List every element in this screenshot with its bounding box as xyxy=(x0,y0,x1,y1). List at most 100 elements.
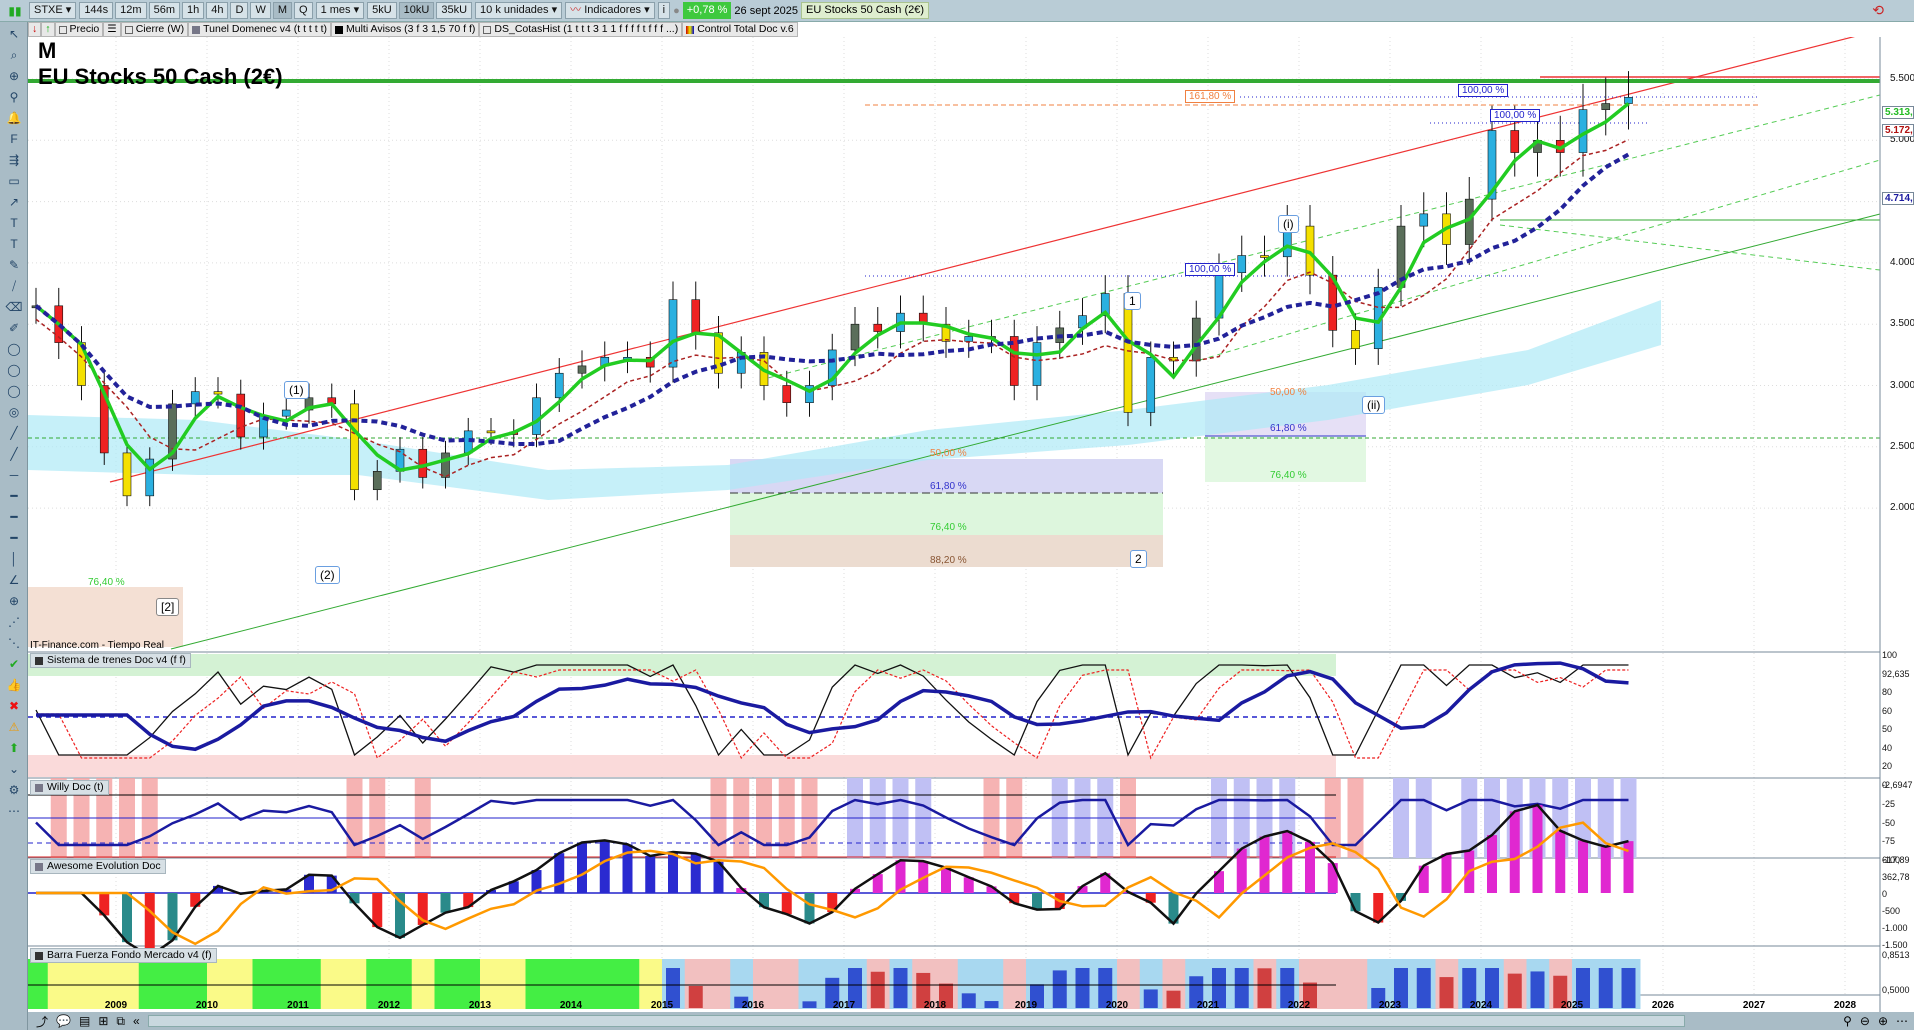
eraser-tool-icon[interactable]: ⌫ xyxy=(3,298,25,316)
scrollbar[interactable] xyxy=(147,1015,1686,1027)
arrow-up-icon[interactable]: ↑ xyxy=(41,22,55,37)
price-chart[interactable] xyxy=(28,37,1914,1012)
zoom-fit-icon[interactable]: ⚲ xyxy=(1843,1014,1852,1028)
magnet-tool-icon[interactable]: ⚲ xyxy=(3,88,25,106)
timeframe-12m[interactable]: 12m xyxy=(115,2,147,19)
cycle-tool-icon[interactable]: ◎ xyxy=(3,403,25,421)
pointer-tool-icon[interactable]: ↖ xyxy=(3,25,25,43)
wave-label: [2] xyxy=(156,598,180,616)
barra-bar xyxy=(893,968,908,1008)
hline-tool-icon[interactable]: ─ xyxy=(3,466,25,484)
symbol-select[interactable]: STXE ▾ xyxy=(29,2,77,19)
legend-item-control-total[interactable]: Control Total Doc v.6 xyxy=(682,22,798,37)
awesome-bar xyxy=(1282,831,1293,893)
text2-tool-icon[interactable]: T xyxy=(3,235,25,253)
unit-10kU[interactable]: 10kU xyxy=(398,2,435,19)
ellipse3-tool-icon[interactable]: ◯ xyxy=(3,382,25,400)
hline-navy-tool-icon[interactable]: ━ xyxy=(3,529,25,547)
units-select[interactable]: 10 k unidades ▾ xyxy=(475,2,563,19)
legend-item-close[interactable]: Cierre (W) xyxy=(120,22,189,37)
period-select[interactable]: 1 mes ▾ xyxy=(315,2,365,19)
unit-5kU[interactable]: 5kU xyxy=(367,2,397,19)
timeframe-56m[interactable]: 56m xyxy=(148,2,180,19)
timeframe-W[interactable]: W xyxy=(250,2,271,19)
collapse-tool-icon[interactable]: ⌄ xyxy=(3,760,25,778)
timeframe-4h[interactable]: 4h xyxy=(206,2,229,19)
delete-tool-icon[interactable]: ✖ xyxy=(3,697,25,715)
warning-tool-icon[interactable]: ⚠ xyxy=(3,718,25,736)
chart-type-icon[interactable]: ▮▮ xyxy=(4,2,26,20)
settings-icon[interactable]: ⟲ xyxy=(1872,2,1884,19)
share-icon[interactable]: ⤴ xyxy=(36,1013,48,1030)
bell-tool-icon[interactable]: 🔔 xyxy=(3,109,25,127)
panel-title-barra[interactable]: Barra Fuerza Fondo Mercado v4 (f) xyxy=(30,948,217,963)
unit-35kU[interactable]: 35kU xyxy=(436,2,473,19)
layout-icon[interactable]: ⊞ xyxy=(98,1014,108,1028)
fib-tool-icon[interactable]: F xyxy=(3,130,25,148)
timeframe-M[interactable]: M xyxy=(272,2,292,19)
timeframe-D[interactable]: D xyxy=(230,2,249,19)
ruler-tool-icon[interactable]: ⧸ xyxy=(3,277,25,295)
indicators-icon: 〰 xyxy=(570,4,582,16)
elliott-tool-icon[interactable]: ⋰ xyxy=(3,613,25,631)
arrow-tool-icon[interactable]: ↗ xyxy=(3,193,25,211)
line-tool-icon[interactable]: ╱ xyxy=(3,424,25,442)
timeframe-144s[interactable]: 144s xyxy=(79,2,114,19)
channel-tool-icon[interactable]: ⇶ xyxy=(3,151,25,169)
brush-tool-icon[interactable]: ✎ xyxy=(3,256,25,274)
up-arrow-tool-icon[interactable]: ⬆ xyxy=(3,739,25,757)
indicators-button[interactable]: 〰 Indicadores ▾ xyxy=(565,2,655,19)
ellipse-tool-icon[interactable]: ◯ xyxy=(3,340,25,358)
panel-axis-label: 617,89 xyxy=(1882,855,1910,865)
text-tool-icon[interactable]: T xyxy=(3,214,25,232)
vline-tool-icon[interactable]: │ xyxy=(3,550,25,568)
legend-item-price[interactable]: Precio xyxy=(54,22,104,37)
timeframe-Q[interactable]: Q xyxy=(294,2,313,19)
tools-tool-icon[interactable]: ⚙ xyxy=(3,781,25,799)
timeframe-1h[interactable]: 1h xyxy=(181,2,205,19)
legend-item-cotashist[interactable]: DS_CotasHist (1 t t t 3 1 1 f f f f t f … xyxy=(479,22,683,37)
barra-cell xyxy=(70,959,94,1009)
willy-bar xyxy=(1393,778,1409,858)
abc-tool-icon[interactable]: ⋱ xyxy=(3,634,25,652)
ellipse2-tool-icon[interactable]: ◯ xyxy=(3,361,25,379)
legend-item-multi-avisos[interactable]: Multi Avisos (3 f 3 1,5 70 f f) xyxy=(331,22,480,37)
candle xyxy=(486,430,496,434)
zoom-in-icon[interactable]: ⊕ xyxy=(1878,1014,1888,1028)
hline-red-tool-icon[interactable]: ━ xyxy=(3,487,25,505)
year-label: 2011 xyxy=(287,1000,309,1011)
candle xyxy=(122,452,132,497)
price-axis-label: 4.000 xyxy=(1890,256,1914,268)
panel-title-willy[interactable]: Willy Doc (t) xyxy=(30,780,109,795)
panel-title-awesome[interactable]: Awesome Evolution Doc xyxy=(30,859,166,874)
rewind-icon[interactable]: « xyxy=(133,1014,140,1028)
indicators-label: Indicadores xyxy=(584,4,642,16)
circle-plus-tool-icon[interactable]: ⊕ xyxy=(3,592,25,610)
angle-tool-icon[interactable]: ∠ xyxy=(3,571,25,589)
zoom-area-tool-icon[interactable]: ⊕ xyxy=(3,67,25,85)
more-tool-icon[interactable]: ⋯ xyxy=(3,802,25,820)
line2-tool-icon[interactable]: ╱ xyxy=(3,445,25,463)
barra-cell xyxy=(343,959,367,1009)
arrow-down-icon[interactable]: ↓ xyxy=(28,22,42,37)
thumb-up-tool-icon[interactable]: 👍 xyxy=(3,676,25,694)
wave-label: (1) xyxy=(284,381,309,399)
more-icon[interactable]: ⋯ xyxy=(1896,1014,1908,1028)
panel-title-trenes[interactable]: Sistema de trenes Doc v4 (f f) xyxy=(30,653,191,668)
panel-axis-label: 92,635 xyxy=(1882,668,1910,679)
info-icon[interactable]: i xyxy=(657,2,671,19)
list-icon[interactable]: ☰ xyxy=(103,22,121,37)
chat-icon[interactable]: 💬 xyxy=(56,1014,71,1028)
compare-icon[interactable]: ⧉ xyxy=(116,1014,125,1029)
report-icon[interactable]: ▤ xyxy=(79,1014,90,1028)
barra-cell xyxy=(252,959,276,1009)
pen-tool-icon[interactable]: ✐ xyxy=(3,319,25,337)
zoom-out-icon[interactable]: ⊖ xyxy=(1860,1014,1870,1028)
check-tool-icon[interactable]: ✔ xyxy=(3,655,25,673)
legend-item-tunel[interactable]: Tunel Domenec v4 (t t t t t) xyxy=(188,22,332,37)
zoom-tool-icon[interactable]: ⌕ xyxy=(3,46,25,64)
barra-bar xyxy=(1598,968,1613,1008)
rect-tool-icon[interactable]: ▭ xyxy=(3,172,25,190)
awesome-bar xyxy=(804,893,815,924)
hline-blue-tool-icon[interactable]: ━ xyxy=(3,508,25,526)
